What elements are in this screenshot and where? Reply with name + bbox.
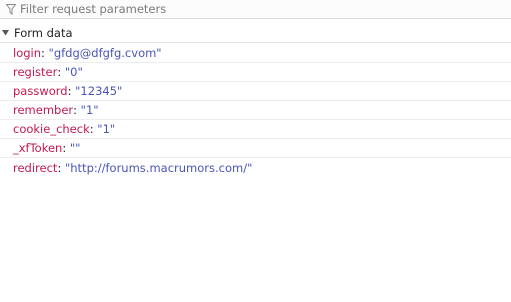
param-value: "1"	[80, 103, 99, 117]
param-key: login	[13, 46, 42, 60]
param-value: "12345"	[75, 84, 123, 98]
param-separator: :	[57, 65, 65, 79]
param-value: "http://forums.macrumors.com/"	[64, 160, 253, 175]
param-row[interactable]: redirect: "http://forums.macrumors.com/"	[0, 158, 511, 177]
section-title: Form data	[14, 26, 73, 40]
param-row[interactable]: cookie_check: "1"	[0, 120, 511, 139]
param-separator: :	[73, 103, 81, 117]
param-row[interactable]: register: "0"	[0, 63, 511, 82]
filter-icon	[4, 2, 18, 16]
param-value: "1"	[97, 122, 116, 136]
expand-triangle-icon[interactable]	[2, 30, 9, 37]
param-separator: :	[67, 84, 76, 98]
param-key: cookie_check	[13, 122, 90, 136]
filter-input[interactable]	[20, 2, 480, 16]
param-row[interactable]: password: "12345"	[0, 82, 511, 101]
param-value: "gfdg@dfgfg.cvom"	[48, 46, 162, 60]
param-key: register	[13, 65, 58, 79]
form-data-list: login: "gfdg@dfgfg.cvom" register: "0" p…	[0, 44, 511, 177]
param-separator: :	[62, 141, 70, 155]
param-value: "0"	[64, 65, 83, 79]
filter-bar	[0, 0, 511, 19]
param-separator: :	[89, 122, 98, 136]
param-key: redirect	[13, 160, 58, 175]
param-row[interactable]: login: "gfdg@dfgfg.cvom"	[0, 44, 511, 63]
param-key: _xfToken	[13, 141, 63, 155]
param-separator: :	[57, 160, 65, 175]
param-row[interactable]: _xfToken: ""	[0, 139, 511, 158]
param-value: ""	[69, 141, 81, 155]
form-data-section-header[interactable]: Form data	[0, 24, 511, 43]
param-row[interactable]: remember: "1"	[0, 101, 511, 120]
param-key: remember	[13, 103, 74, 117]
param-separator: :	[41, 46, 49, 60]
param-key: password	[13, 84, 68, 98]
